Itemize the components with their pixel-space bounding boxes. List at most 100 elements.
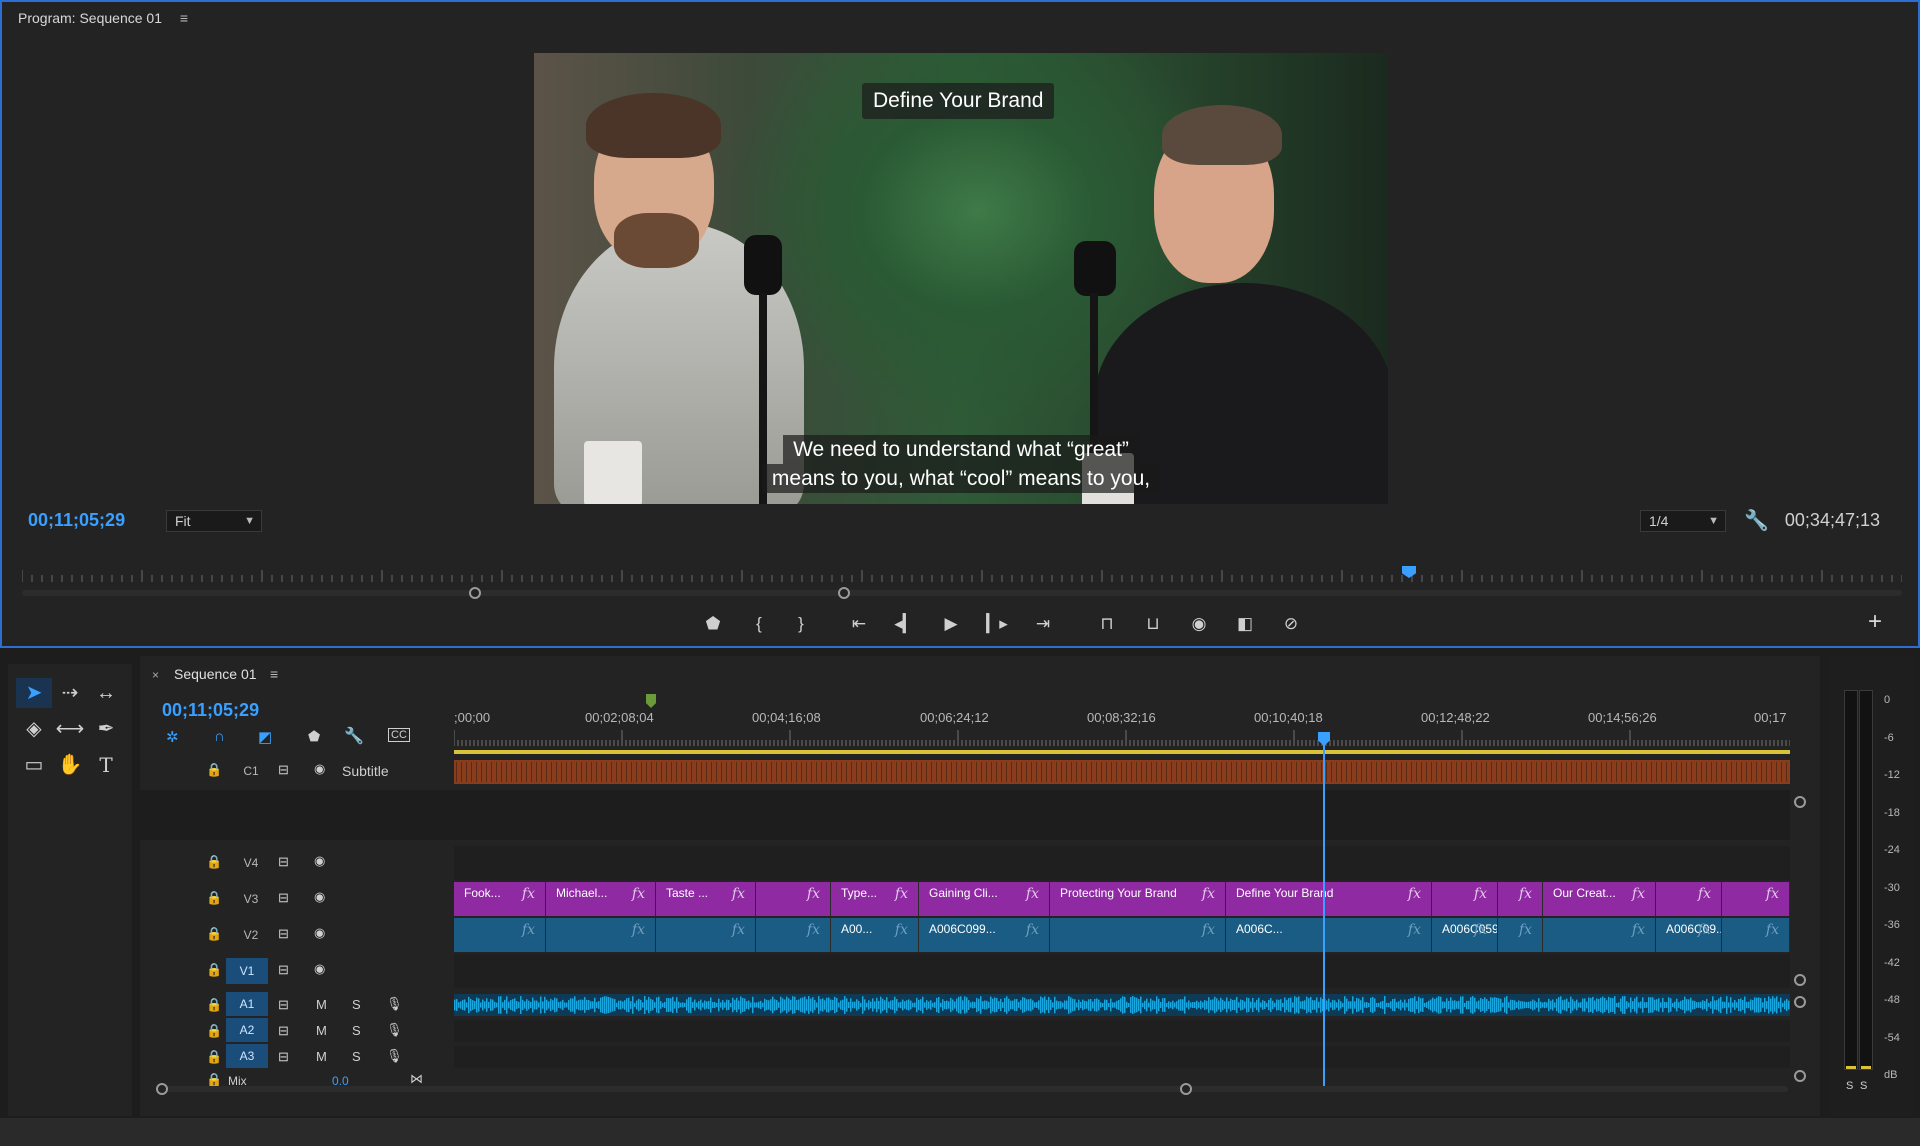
track-v1-area[interactable]: [454, 954, 1790, 988]
lock-icon[interactable]: 🔒: [206, 1023, 222, 1039]
fx-badge-icon[interactable]: fx: [807, 922, 820, 938]
fx-badge-icon[interactable]: fx: [1519, 886, 1532, 902]
track-v2-area[interactable]: fx fx fx fx A00... fx A006C099... fx fx A006C... f…: [454, 918, 1790, 952]
track-target-v2[interactable]: V2: [230, 922, 272, 948]
lock-icon[interactable]: 🔒: [206, 1072, 222, 1086]
panel-menu-icon[interactable]: ≡: [180, 10, 188, 26]
fx-badge-icon[interactable]: fx: [1026, 886, 1039, 902]
snap-icon[interactable]: ✲: [166, 728, 179, 746]
track-target-a2[interactable]: A2: [226, 1018, 268, 1042]
fx-badge-icon[interactable]: fx: [1202, 886, 1215, 902]
fx-badge-icon[interactable]: fx: [522, 886, 535, 902]
voiceover-mic-icon[interactable]: 🎙: [386, 996, 403, 1012]
v2-clip[interactable]: A006C... fx: [1226, 918, 1432, 952]
selection-tool-icon[interactable]: ➤: [16, 678, 52, 708]
fx-badge-icon[interactable]: fx: [1698, 922, 1711, 938]
v3-clip[interactable]: Taste ... fx: [656, 882, 756, 916]
fx-badge-icon[interactable]: fx: [732, 922, 745, 938]
lock-icon[interactable]: 🔒: [206, 854, 222, 870]
v3-clip[interactable]: Define Your Brand fx: [1226, 882, 1432, 916]
v2-clip[interactable]: fx: [454, 918, 546, 952]
mute-button[interactable]: M: [316, 997, 327, 1012]
timeline-horizontal-scrollbar[interactable]: [158, 1086, 1788, 1092]
fx-badge-icon[interactable]: fx: [632, 922, 645, 938]
lock-icon[interactable]: 🔒: [206, 762, 222, 778]
voiceover-mic-icon[interactable]: 🎙: [386, 1048, 403, 1064]
sync-lock-icon[interactable]: ⊟: [278, 762, 289, 778]
fx-badge-icon[interactable]: fx: [1408, 922, 1421, 938]
fx-badge-icon[interactable]: fx: [1408, 886, 1421, 902]
panel-menu-icon[interactable]: ≡: [270, 666, 278, 682]
razor-tool-icon[interactable]: ◈: [16, 714, 52, 744]
mark-out-icon[interactable]: }: [786, 612, 816, 636]
go-to-out-icon[interactable]: ⇥: [1028, 612, 1058, 636]
lock-icon[interactable]: 🔒: [206, 962, 222, 978]
zoom-handle-left[interactable]: [469, 587, 481, 599]
solo-button[interactable]: S: [352, 1023, 361, 1038]
v3-clip[interactable]: Protecting Your Brand fx: [1050, 882, 1226, 916]
zoom-handle-right[interactable]: [838, 587, 850, 599]
fx-badge-icon[interactable]: fx: [1026, 922, 1039, 938]
v3-clip[interactable]: Gaining Cli... fx: [919, 882, 1050, 916]
fx-badge-icon[interactable]: fx: [1632, 922, 1645, 938]
bowtie-icon[interactable]: ⋈: [410, 1071, 423, 1086]
eye-icon[interactable]: ◉: [314, 889, 325, 905]
track-a3-area[interactable]: [454, 1046, 1790, 1068]
v3-clip[interactable]: fx: [1656, 882, 1722, 916]
track-scroll-handle[interactable]: [1794, 796, 1806, 808]
zoom-scroll-bar[interactable]: [22, 590, 1902, 596]
v2-clip[interactable]: A006C059_24021...fx: [1432, 918, 1498, 952]
marker-icon[interactable]: ⬟: [698, 612, 728, 636]
fx-badge-icon[interactable]: fx: [632, 886, 645, 902]
subtitle-clips-strip[interactable]: [454, 760, 1790, 784]
timeline-playhead-line[interactable]: [1323, 741, 1325, 1086]
type-tool-icon[interactable]: T: [88, 750, 124, 780]
step-forward-icon[interactable]: ▎▸: [982, 612, 1012, 636]
ripple-edit-tool-icon[interactable]: ↔: [88, 678, 124, 708]
track-target-a1[interactable]: A1: [226, 992, 268, 1016]
v2-clip[interactable]: fx: [756, 918, 831, 952]
rectangle-tool-icon[interactable]: ▭: [16, 750, 52, 780]
mark-in-icon[interactable]: {: [744, 612, 774, 636]
sync-lock-icon[interactable]: ⊟: [278, 962, 289, 978]
v2-clip[interactable]: A006C099... fx: [919, 918, 1050, 952]
track-scroll-handle[interactable]: [1794, 974, 1806, 986]
voiceover-mic-icon[interactable]: 🎙: [386, 1022, 403, 1038]
track-target-c1[interactable]: C1: [230, 758, 272, 784]
fx-badge-icon[interactable]: fx: [522, 922, 535, 938]
v3-clip[interactable]: fx: [756, 882, 831, 916]
track-scroll-handle[interactable]: [1794, 996, 1806, 1008]
fx-badge-icon[interactable]: fx: [1766, 886, 1779, 902]
eye-icon[interactable]: ◉: [314, 925, 325, 941]
linked-selection-icon[interactable]: ∩: [214, 728, 225, 745]
track-a1-area[interactable]: [454, 994, 1790, 1016]
fx-badge-icon[interactable]: fx: [1698, 886, 1711, 902]
sync-lock-icon[interactable]: ⊟: [278, 1049, 289, 1065]
v2-clip[interactable]: fx: [656, 918, 756, 952]
timeline-time-ruler[interactable]: ;00;00 00;02;08;04 00;04;16;08 00;06;24;…: [454, 710, 1790, 752]
v2-clip[interactable]: fx: [1543, 918, 1656, 952]
hand-tool-icon[interactable]: ✋: [52, 750, 88, 780]
add-marker-icon[interactable]: ⬟: [308, 728, 320, 745]
v2-clip[interactable]: fx: [1050, 918, 1226, 952]
track-target-a3[interactable]: A3: [226, 1044, 268, 1068]
zoom-fit-select[interactable]: Fit ▼: [166, 510, 262, 532]
v2-clip[interactable]: fx: [546, 918, 656, 952]
fx-badge-icon[interactable]: fx: [1519, 922, 1532, 938]
fx-badge-icon[interactable]: fx: [1766, 922, 1779, 938]
insert-sequence-icon[interactable]: ◩: [258, 728, 272, 746]
work-area-bar[interactable]: [454, 750, 1790, 754]
eye-icon[interactable]: ◉: [314, 961, 325, 977]
sync-lock-icon[interactable]: ⊟: [278, 1023, 289, 1039]
track-target-v1[interactable]: V1: [226, 958, 268, 984]
sequence-tab[interactable]: Sequence 01: [174, 666, 257, 682]
step-back-icon[interactable]: ◂▎: [890, 612, 920, 636]
track-target-v3[interactable]: V3: [230, 886, 272, 912]
export-frame-icon[interactable]: ◉: [1184, 612, 1214, 636]
track-select-tool-icon[interactable]: ⇢: [52, 678, 88, 708]
eye-icon[interactable]: ◉: [314, 853, 325, 869]
extract-icon[interactable]: ⊔: [1138, 612, 1168, 636]
track-a2-area[interactable]: [454, 1020, 1790, 1042]
v3-clip[interactable]: fx: [1498, 882, 1543, 916]
solo-button[interactable]: S: [352, 997, 361, 1012]
